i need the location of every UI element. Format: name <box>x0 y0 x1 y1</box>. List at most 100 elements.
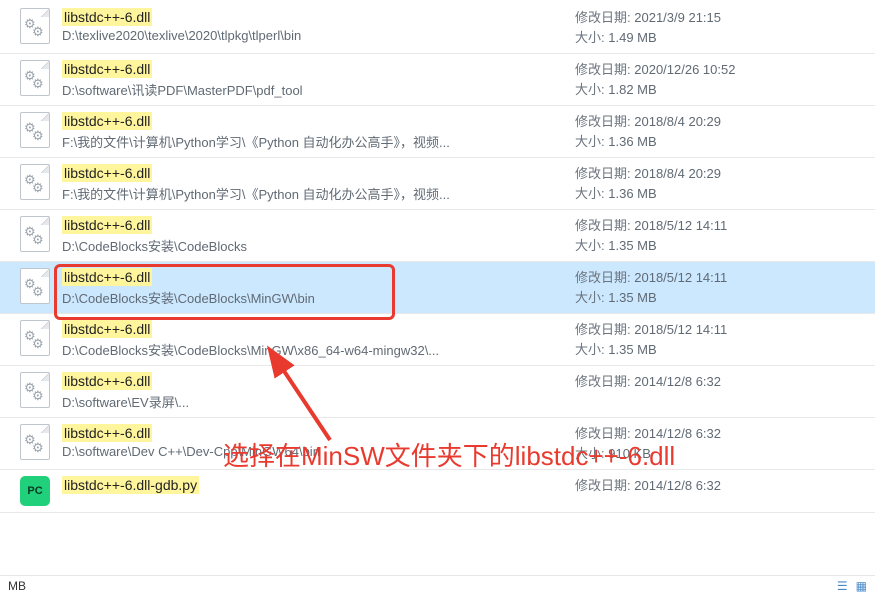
file-meta: 修改日期: 2020/12/26 10:52 大小: 1.82 MB <box>575 60 865 99</box>
file-path: D:\CodeBlocks安装\CodeBlocks\MinGW\x86_64-… <box>62 340 567 359</box>
mod-date-value: 2018/8/4 20:29 <box>634 166 721 181</box>
mod-date-label: 修改日期: <box>575 166 631 181</box>
file-main: libstdc++-6.dll F:\我的文件\计算机\Python学习\《Pyt… <box>62 164 575 203</box>
file-meta: 修改日期: 2014/12/8 6:32 <box>575 372 865 392</box>
mod-date-label: 修改日期: <box>575 114 631 129</box>
view-details-icon[interactable]: ☰ <box>837 579 848 593</box>
size-value: 910 KB <box>608 446 651 461</box>
file-main: libstdc++-6.dll D:\CodeBlocks安装\CodeBlock… <box>62 216 575 255</box>
file-name: libstdc++-6.dll <box>62 164 152 182</box>
file-row[interactable]: PC libstdc++-6.dll-gdb.py 修改日期: 2014/12/8 … <box>0 470 875 513</box>
dll-file-icon: ⚙⚙ <box>18 424 52 460</box>
file-main: libstdc++-6.dll D:\software\Dev C++\Dev-C… <box>62 424 575 459</box>
file-path: D:\software\Dev C++\Dev-Cpp\MinGW64\bin <box>62 444 567 459</box>
mod-date-value: 2014/12/8 6:32 <box>634 374 721 389</box>
file-meta: 修改日期: 2018/8/4 20:29 大小: 1.36 MB <box>575 164 865 203</box>
python-file-icon: PC <box>18 476 52 506</box>
file-main: libstdc++-6.dllD:\software\EV录屏\... <box>62 372 575 411</box>
file-main: libstdc++-6.dll D:\texlive2020\texlive\20… <box>62 8 575 43</box>
file-row[interactable]: ⚙⚙ libstdc++-6.dll F:\我的文件\计算机\Python学习\《P… <box>0 158 875 210</box>
mod-date-label: 修改日期: <box>575 426 631 441</box>
size-label: 大小: <box>575 446 605 461</box>
size-value: 1.82 MB <box>608 82 656 97</box>
size-value: 1.35 MB <box>608 290 656 305</box>
mod-date-value: 2021/3/9 21:15 <box>634 10 721 25</box>
file-path: D:\texlive2020\texlive\2020\tlpkg\tlperl… <box>62 28 567 43</box>
file-name: libstdc++-6.dll <box>62 216 152 234</box>
mod-date-label: 修改日期: <box>575 270 631 285</box>
size-label: 大小: <box>575 342 605 357</box>
file-name: libstdc++-6.dll <box>62 60 152 78</box>
file-row[interactable]: ⚙⚙ libstdc++-6.dll D:\software\Dev C++\Dev… <box>0 418 875 470</box>
file-name: libstdc++-6.dll <box>62 8 152 26</box>
file-meta: 修改日期: 2014/12/8 6:32 大小: 910 KB <box>575 424 865 463</box>
view-mode-controls: ☰ ▦ <box>837 579 867 593</box>
file-meta: 修改日期: 2018/5/12 14:11 大小: 1.35 MB <box>575 216 865 255</box>
dll-file-icon: ⚙⚙ <box>18 216 52 252</box>
view-grid-icon[interactable]: ▦ <box>856 579 867 593</box>
file-row[interactable]: ⚙⚙ libstdc++-6.dll D:\texlive2020\texlive\… <box>0 2 875 54</box>
dll-file-icon: ⚙⚙ <box>18 112 52 148</box>
file-name: libstdc++-6.dll <box>62 320 152 338</box>
size-value: 1.35 MB <box>608 238 656 253</box>
dll-file-icon: ⚙⚙ <box>18 164 52 200</box>
mod-date-value: 2018/5/12 14:11 <box>634 322 727 337</box>
file-meta: 修改日期: 2018/8/4 20:29 大小: 1.36 MB <box>575 112 865 151</box>
file-row[interactable]: ⚙⚙ libstdc++-6.dllD:\software\EV录屏\...修改日… <box>0 366 875 418</box>
file-main: libstdc++-6.dll F:\我的文件\计算机\Python学习\《Pyt… <box>62 112 575 151</box>
size-label: 大小: <box>575 290 605 305</box>
size-label: 大小: <box>575 134 605 149</box>
file-name: libstdc++-6.dll-gdb.py <box>62 476 199 494</box>
size-value: 1.36 MB <box>608 134 656 149</box>
file-path: D:\CodeBlocks安装\CodeBlocks <box>62 236 567 255</box>
file-path: D:\software\EV录屏\... <box>62 392 567 411</box>
mod-date-label: 修改日期: <box>575 218 631 233</box>
file-row[interactable]: ⚙⚙ libstdc++-6.dll F:\我的文件\计算机\Python学习\《P… <box>0 106 875 158</box>
status-bar: MB ☰ ▦ <box>0 575 875 595</box>
mod-date-value: 2018/8/4 20:29 <box>634 114 721 129</box>
size-label: 大小: <box>575 82 605 97</box>
mod-date-label: 修改日期: <box>575 62 631 77</box>
size-value: 1.35 MB <box>608 342 656 357</box>
file-meta: 修改日期: 2021/3/9 21:15 大小: 1.49 MB <box>575 8 865 47</box>
dll-file-icon: ⚙⚙ <box>18 372 52 408</box>
file-path: D:\software\讯读PDF\MasterPDF\pdf_tool <box>62 80 567 99</box>
file-main: libstdc++-6.dll D:\CodeBlocks安装\CodeBlock… <box>62 320 575 359</box>
file-meta: 修改日期: 2018/5/12 14:11 大小: 1.35 MB <box>575 268 865 307</box>
dll-file-icon: ⚙⚙ <box>18 60 52 96</box>
dll-file-icon: ⚙⚙ <box>18 268 52 304</box>
file-name: libstdc++-6.dll <box>62 112 152 130</box>
file-name: libstdc++-6.dll <box>62 268 152 286</box>
file-row[interactable]: ⚙⚙ libstdc++-6.dll D:\CodeBlocks安装\CodeBlo… <box>0 314 875 366</box>
size-label: 大小: <box>575 30 605 45</box>
file-path: D:\CodeBlocks安装\CodeBlocks\MinGW\bin <box>62 288 567 307</box>
mod-date-label: 修改日期: <box>575 10 631 25</box>
mod-date-value: 2014/12/8 6:32 <box>634 426 721 441</box>
file-row[interactable]: ⚙⚙ libstdc++-6.dll D:\CodeBlocks安装\CodeBlo… <box>0 262 875 314</box>
file-list: ⚙⚙ libstdc++-6.dll D:\texlive2020\texlive\… <box>0 0 875 513</box>
file-main: libstdc++-6.dll D:\software\讯读PDF\MasterP… <box>62 60 575 99</box>
file-row[interactable]: ⚙⚙ libstdc++-6.dll D:\CodeBlocks安装\CodeBlo… <box>0 210 875 262</box>
mod-date-value: 2020/12/26 10:52 <box>634 62 735 77</box>
mod-date-label: 修改日期: <box>575 478 631 493</box>
size-label: 大小: <box>575 238 605 253</box>
mod-date-label: 修改日期: <box>575 374 631 389</box>
size-label: 大小: <box>575 186 605 201</box>
file-path: F:\我的文件\计算机\Python学习\《Python 自动化办公高手》，视频… <box>62 132 567 151</box>
mod-date-label: 修改日期: <box>575 322 631 337</box>
file-path: F:\我的文件\计算机\Python学习\《Python 自动化办公高手》，视频… <box>62 184 567 203</box>
dll-file-icon: ⚙⚙ <box>18 8 52 44</box>
file-meta: 修改日期: 2014/12/8 6:32 <box>575 476 865 496</box>
size-value: 1.36 MB <box>608 186 656 201</box>
file-meta: 修改日期: 2018/5/12 14:11 大小: 1.35 MB <box>575 320 865 359</box>
mod-date-value: 2018/5/12 14:11 <box>634 270 727 285</box>
file-row[interactable]: ⚙⚙ libstdc++-6.dll D:\software\讯读PDF\Maste… <box>0 54 875 106</box>
file-name: libstdc++-6.dll <box>62 424 152 442</box>
size-value: 1.49 MB <box>608 30 656 45</box>
dll-file-icon: ⚙⚙ <box>18 320 52 356</box>
mod-date-value: 2018/5/12 14:11 <box>634 218 727 233</box>
mod-date-value: 2014/12/8 6:32 <box>634 478 721 493</box>
file-main: libstdc++-6.dll-gdb.py <box>62 476 575 496</box>
file-main: libstdc++-6.dll D:\CodeBlocks安装\CodeBlock… <box>62 268 575 307</box>
status-left: MB <box>8 579 26 593</box>
